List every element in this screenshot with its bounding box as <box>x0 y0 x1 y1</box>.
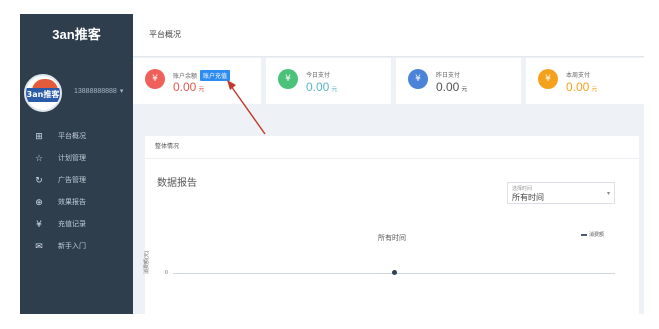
globe-icon: ⊕ <box>35 198 43 208</box>
card-amount: 0.00 元 <box>436 80 467 94</box>
sidebar-menu: ⊞ 平台概况 ☆ 计划管理 ↻ 广告管理 ⊕ 效果报告 ¥ 充值记录 ✉ 新手入门 <box>20 126 133 258</box>
legend-marker <box>581 233 587 236</box>
overview-panel: 整体情况 数据报告 选择时间 所有时间 ▾ 所有时间 消费额 消费额(元) 0 <box>144 136 639 314</box>
card-label: 本周支付 <box>566 73 591 79</box>
username[interactable]: 13888888888 ▾ <box>74 87 123 95</box>
amount-value: 0.00 <box>306 80 330 94</box>
recharge-button[interactable]: 账户充值 <box>200 70 231 81</box>
card-label: 昨日支付 <box>436 73 461 79</box>
sidebar-item-ads[interactable]: ↻ 广告管理 <box>20 170 133 192</box>
chevron-down-icon: ▾ <box>606 190 610 197</box>
select-caption: 选择时间 <box>512 186 533 192</box>
yen-icon: ¥ <box>278 69 298 89</box>
card-amount: 0.00 元 <box>173 80 204 94</box>
legend-label: 消费额 <box>589 232 605 238</box>
card-week-payment: ¥ 本周支付 0.00 元 <box>526 58 644 104</box>
sidebar-item-label: 新手入门 <box>58 243 86 250</box>
yen-icon: ¥ <box>145 69 165 89</box>
amount-unit: 元 <box>198 87 205 93</box>
sidebar-item-label: 效果报告 <box>58 199 86 206</box>
sidebar-item-label: 广告管理 <box>58 177 86 184</box>
report-title: 数据报告 <box>157 178 197 189</box>
amount-unit: 元 <box>331 87 338 93</box>
card-balance: ¥ 账户余额 账户充值 0.00 元 <box>133 58 261 104</box>
sidebar-item-label: 充值记录 <box>58 221 86 228</box>
sidebar-item-reports[interactable]: ⊕ 效果报告 <box>20 192 133 214</box>
summary-cards: ¥ 账户余额 账户充值 0.00 元 ¥ 今日支付 0.00 元 ¥ 昨日支付 0.0… <box>133 58 644 104</box>
y-tick-label: 0 <box>165 270 168 276</box>
avatar-text: 3an推客 <box>26 88 60 102</box>
sidebar-item-recharge-records[interactable]: ¥ 充值记录 <box>20 214 133 236</box>
time-range-select[interactable]: 选择时间 所有时间 ▾ <box>507 182 615 204</box>
amount-value: 0.00 <box>173 80 197 94</box>
amount-value: 0.00 <box>566 80 590 94</box>
yen-icon: ¥ <box>538 69 558 89</box>
card-amount: 0.00 元 <box>306 80 337 94</box>
star-icon: ☆ <box>34 154 44 164</box>
brand-logo: 3an推客 <box>52 27 101 42</box>
page-title: 平台概况 <box>149 30 181 39</box>
card-today-payment: ¥ 今日支付 0.00 元 <box>266 58 391 104</box>
wallet-icon: ¥ <box>36 220 42 230</box>
card-amount: 0.00 元 <box>566 80 597 94</box>
y-axis-label: 消费额(元) <box>144 250 150 274</box>
chevron-down-icon[interactable]: ▾ <box>120 88 124 95</box>
chart-legend[interactable]: 消费额 <box>581 231 604 238</box>
app-window: 3an推客 3an推客 13888888888 ▾ ⊞ 平台概况 ☆ 计划管理 ↻ 广告… <box>20 14 644 314</box>
chart-title: 所有时间 <box>378 235 406 242</box>
user-profile[interactable]: 3an推客 13888888888 ▾ <box>24 74 129 114</box>
top-bar: 平台概况 <box>133 14 644 57</box>
select-value: 所有时间 <box>512 193 544 202</box>
username-text: 13888888888 <box>74 88 117 95</box>
sidebar-item-label: 平台概况 <box>58 133 86 140</box>
card-label: 今日支付 <box>306 73 331 79</box>
yen-icon: ¥ <box>408 69 428 89</box>
sidebar-item-label: 计划管理 <box>58 155 86 162</box>
data-point <box>392 270 397 275</box>
refresh-icon: ↻ <box>35 176 43 186</box>
card-yesterday-payment: ¥ 昨日支付 0.00 元 <box>396 58 521 104</box>
amount-unit: 元 <box>461 87 468 93</box>
avatar: 3an推客 <box>24 74 62 112</box>
amount-value: 0.00 <box>436 80 460 94</box>
sidebar: 3an推客 3an推客 13888888888 ▾ ⊞ 平台概况 ☆ 计划管理 ↻ 广告… <box>20 14 133 314</box>
mail-icon: ✉ <box>35 242 43 252</box>
panel-header: 整体情况 <box>145 136 639 159</box>
sidebar-item-getting-started[interactable]: ✉ 新手入门 <box>20 236 133 258</box>
sidebar-item-overview[interactable]: ⊞ 平台概况 <box>20 126 133 148</box>
grid-icon: ⊞ <box>35 132 43 142</box>
amount-unit: 元 <box>591 87 598 93</box>
sidebar-item-plans[interactable]: ☆ 计划管理 <box>20 148 133 170</box>
